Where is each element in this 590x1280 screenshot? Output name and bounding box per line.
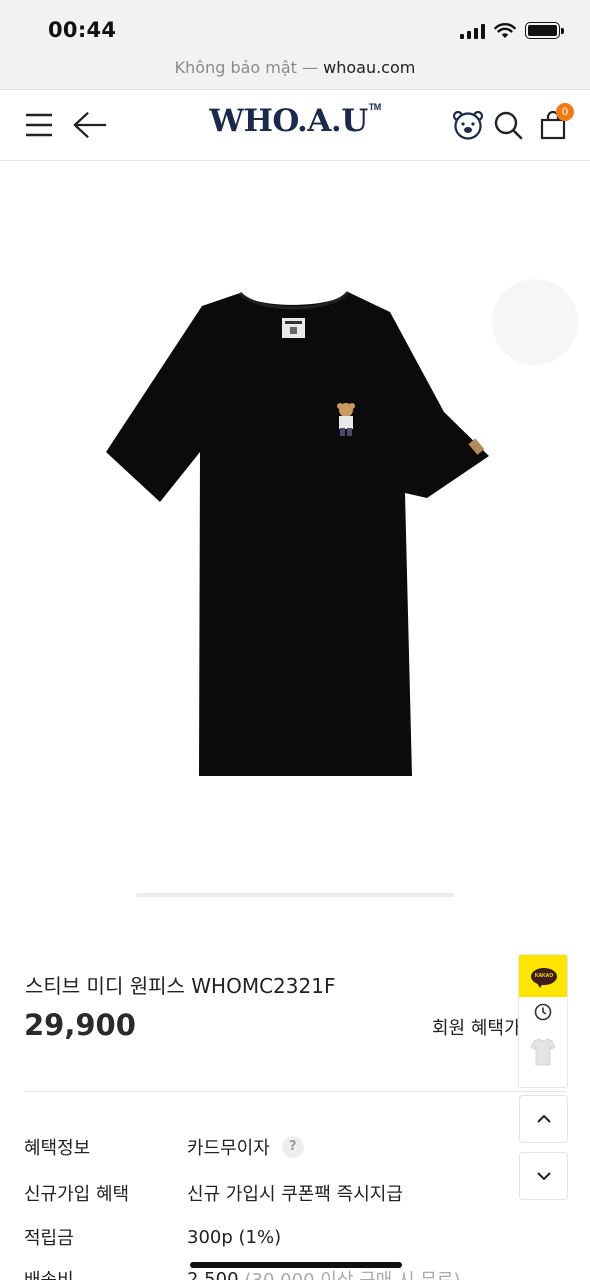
wifi-icon (494, 22, 516, 38)
product-image[interactable] (0, 162, 590, 892)
scroll-down-button[interactable] (519, 1152, 568, 1200)
bear-icon[interactable] (450, 107, 486, 143)
scroll-up-button[interactable] (519, 1095, 568, 1143)
url-host: whoau.com (323, 58, 416, 77)
cellular-signal-icon (460, 23, 485, 39)
info-value: 신규 가입시 쿠폰팩 즉시지급 (187, 1184, 403, 1205)
info-row-signup: 신규가입 혜택 신규 가입시 쿠폰팩 즉시지급 (24, 1180, 504, 1206)
home-indicator (190, 1262, 402, 1268)
search-icon[interactable] (490, 107, 526, 143)
image-overlay-button[interactable] (492, 279, 578, 365)
chevron-down-icon (536, 1172, 551, 1181)
help-icon[interactable]: ? (281, 1136, 304, 1158)
info-value: 카드무이자 ? (187, 1134, 304, 1160)
info-value: 2,500 (30,000 이상 구매 시 무료) (187, 1268, 460, 1280)
info-row-shipping: 배송비 2,500 (30,000 이상 구매 시 무료) (24, 1266, 504, 1280)
status-icons (460, 22, 564, 39)
member-benefit-link[interactable]: 회원 혜택가 (432, 1014, 518, 1040)
floating-side-panel: KAKAO (518, 954, 568, 1088)
info-label: 적립금 (24, 1228, 74, 1249)
info-value: 300p (1%) (187, 1226, 282, 1248)
info-label: 배송비 (24, 1266, 187, 1280)
status-bar: 00:44 (0, 0, 590, 52)
chevron-up-icon (536, 1114, 551, 1123)
divider (24, 1091, 566, 1092)
info-label: 신규가입 혜택 (24, 1184, 130, 1205)
image-slider-track[interactable] (136, 893, 454, 897)
info-label: 혜택정보 (24, 1138, 91, 1159)
info-row-benefit: 혜택정보 카드무이자 ? (24, 1134, 504, 1160)
insecure-label: Không bảo mật — (174, 58, 319, 77)
site-header: WHO.A.UTM 0 (0, 91, 590, 161)
kakao-chat-icon: KAKAO (531, 967, 557, 988)
product-name: 스티브 미디 원피스 WHOMC2321F (25, 974, 336, 998)
product-price: 29,900 (24, 1008, 136, 1042)
clock-icon[interactable] (519, 997, 567, 1027)
status-time: 00:44 (48, 18, 117, 42)
shopping-bag-icon[interactable]: 0 (535, 103, 574, 143)
recent-product-thumb[interactable] (519, 1027, 567, 1077)
cart-count-badge: 0 (556, 103, 574, 121)
address-bar[interactable]: Không bảo mật — whoau.com (0, 52, 590, 90)
black-tshirt-dress-image (106, 290, 489, 776)
kakao-chat-button[interactable]: KAKAO (519, 955, 567, 997)
info-row-points: 적립금 300p (1%) (24, 1224, 504, 1250)
battery-icon (525, 22, 564, 39)
